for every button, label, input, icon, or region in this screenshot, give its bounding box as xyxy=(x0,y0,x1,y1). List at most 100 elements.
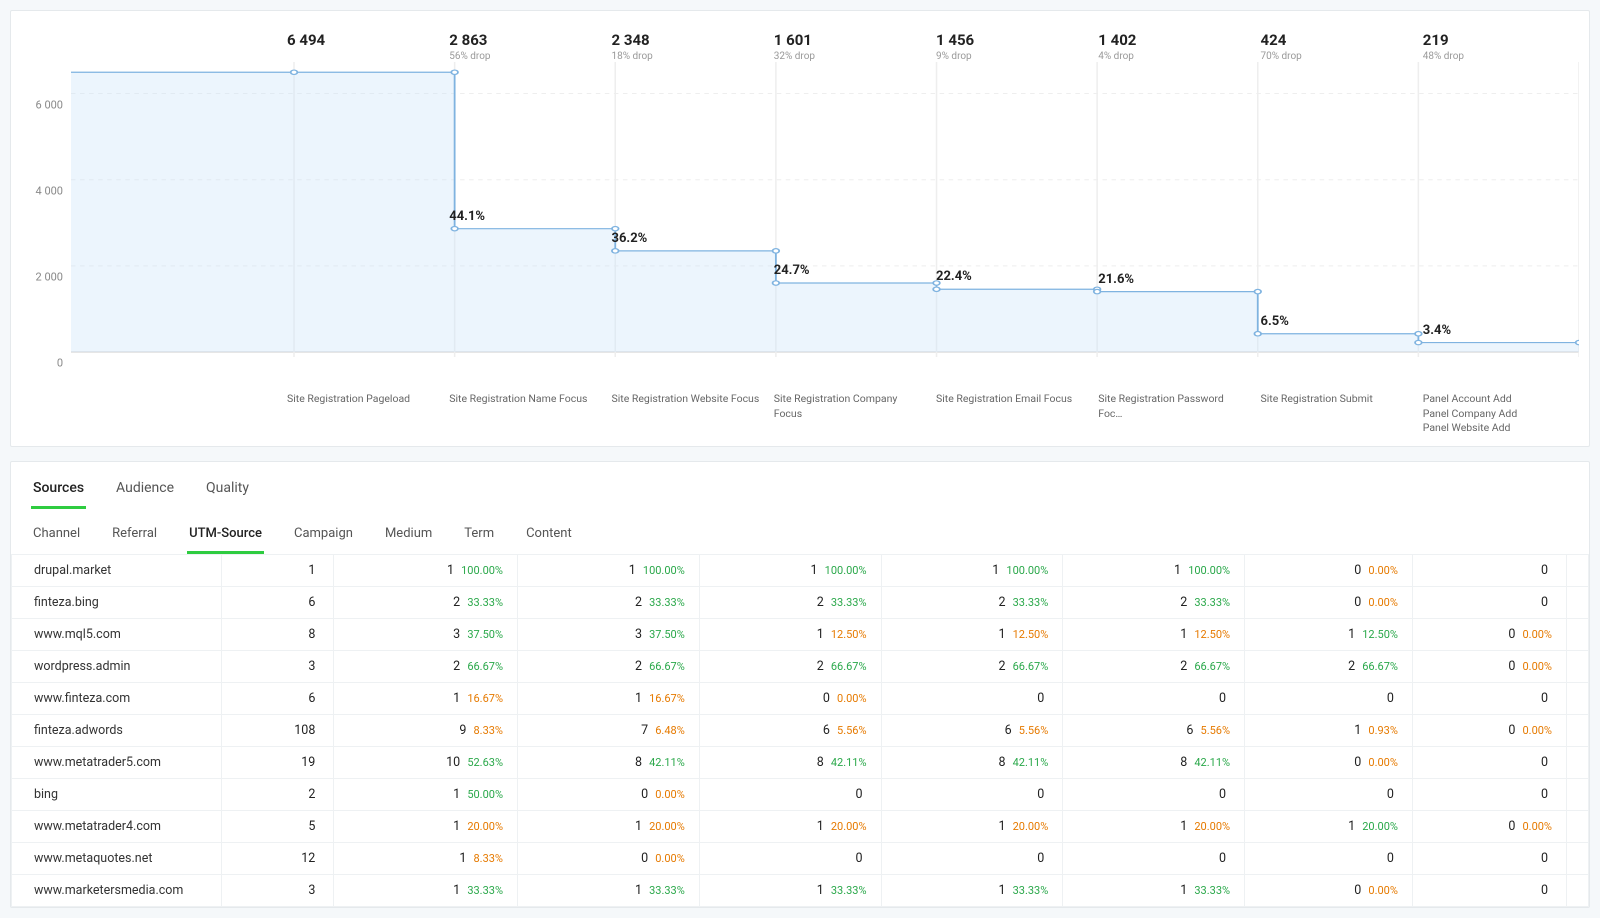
funnel-step-labels: Site Registration PageloadSite Registrat… xyxy=(71,382,1579,436)
source-name: wordpress.admin xyxy=(12,651,222,683)
y-tick: 6 000 xyxy=(36,98,63,111)
step-label: Site Registration Password Foc… xyxy=(1098,392,1248,421)
metric-cell: 6 xyxy=(222,683,334,715)
step-value: 1 402 xyxy=(1098,31,1248,49)
metric-cell: 0 xyxy=(881,779,1063,811)
metric-cell: 1 20.00% xyxy=(1063,811,1245,843)
metric-cell: 1 20.00% xyxy=(518,811,700,843)
metric-cell: 8 42.11% xyxy=(881,747,1063,779)
metric-cell: 0 xyxy=(1412,843,1566,875)
step-label: Site Registration Submit xyxy=(1261,392,1411,407)
metric-cell: 2 33.33% xyxy=(1063,587,1245,619)
metric-cell: 0 xyxy=(1245,779,1413,811)
source-name: finteza.bing xyxy=(12,587,222,619)
source-name: www.metatrader5.com xyxy=(12,747,222,779)
metric-cell: 1 0.93% xyxy=(1245,715,1413,747)
table-row[interactable]: wordpress.admin32 66.67%2 66.67%2 66.67%… xyxy=(12,651,1589,683)
subtab-channel[interactable]: Channel xyxy=(31,520,82,554)
metric-cell: 0 xyxy=(1412,779,1566,811)
step-drop: 9% drop xyxy=(936,51,1086,62)
metric-cell: 0 xyxy=(1412,587,1566,619)
metric-cell: 1 12.50% xyxy=(1245,619,1413,651)
metric-cell: 0 0.00% xyxy=(1245,747,1413,779)
metric-cell: 0 xyxy=(1412,747,1566,779)
metric-cell: 6 5.56% xyxy=(1063,715,1245,747)
metric-cell: 12 xyxy=(222,843,334,875)
metric-cell: 1 50.00% xyxy=(334,779,518,811)
metric-cell: 0 xyxy=(1063,843,1245,875)
metric-cell: 2 66.67% xyxy=(699,651,881,683)
metric-cell: 0 xyxy=(1063,779,1245,811)
metric-cell: 0 xyxy=(881,683,1063,715)
metric-cell: 0 0.00% xyxy=(1245,587,1413,619)
subtab-medium[interactable]: Medium xyxy=(383,520,434,554)
step-value: 219 xyxy=(1423,31,1573,49)
step-label: Site Registration Email Focus xyxy=(936,392,1086,407)
table-row[interactable]: finteza.adwords1089 8.33%7 6.48%6 5.56%6… xyxy=(12,715,1589,747)
metric-cell: 1 100.00% xyxy=(881,555,1063,587)
metric-cell: 1 100.00% xyxy=(699,555,881,587)
step-value: 2 348 xyxy=(612,31,762,49)
metric-cell: 6 xyxy=(222,587,334,619)
tab-audience[interactable]: Audience xyxy=(114,472,176,509)
metric-cell: 0 xyxy=(1245,843,1413,875)
metric-cell: 0 xyxy=(1412,555,1566,587)
metric-cell: 0 xyxy=(1412,683,1566,715)
metric-cell: 2 33.33% xyxy=(334,587,518,619)
subtab-utm-source[interactable]: UTM-Source xyxy=(187,520,264,554)
metric-cell: 108 xyxy=(222,715,334,747)
metric-cell: 1 12.50% xyxy=(881,619,1063,651)
metric-cell: 7 6.48% xyxy=(518,715,700,747)
metric-cell: 0 xyxy=(699,779,881,811)
metric-cell: 3 37.50% xyxy=(518,619,700,651)
step-value: 424 xyxy=(1261,31,1411,49)
metric-cell: 8 42.11% xyxy=(699,747,881,779)
subtab-referral[interactable]: Referral xyxy=(110,520,159,554)
subtab-term[interactable]: Term xyxy=(462,520,496,554)
table-row[interactable]: www.mql5.com83 37.50%3 37.50%1 12.50%1 1… xyxy=(12,619,1589,651)
metric-cell: 1 100.00% xyxy=(518,555,700,587)
sources-table: drupal.market11 100.00%1 100.00%1 100.00… xyxy=(11,554,1589,907)
metric-cell: 1 33.33% xyxy=(1063,875,1245,907)
metric-cell: 2 66.67% xyxy=(518,651,700,683)
secondary-tabs: Channel Referral UTM-Source Campaign Medium T… xyxy=(11,510,1589,554)
subtab-content[interactable]: Content xyxy=(524,520,574,554)
step-value: 1 456 xyxy=(936,31,1086,49)
source-name: finteza.adwords xyxy=(12,715,222,747)
metric-cell: 0 0.00% xyxy=(1245,555,1413,587)
metric-cell: 3 xyxy=(222,875,334,907)
tab-sources[interactable]: Sources xyxy=(31,472,86,509)
table-row[interactable]: www.metatrader5.com1910 52.63%8 42.11%8 … xyxy=(12,747,1589,779)
funnel-chart-card: 02 0004 0006 000 6 4942 86356% drop2 348… xyxy=(10,10,1590,447)
table-row[interactable]: drupal.market11 100.00%1 100.00%1 100.00… xyxy=(12,555,1589,587)
step-drop: 70% drop xyxy=(1261,51,1411,62)
tab-quality[interactable]: Quality xyxy=(204,472,251,509)
source-name: drupal.market xyxy=(12,555,222,587)
y-tick: 0 xyxy=(57,357,63,370)
metric-cell: 1 33.33% xyxy=(699,875,881,907)
table-row[interactable]: bing21 50.00%0 0.00%00000 xyxy=(12,779,1589,811)
metric-cell: 0 0.00% xyxy=(1412,715,1566,747)
metric-cell: 0 xyxy=(1245,683,1413,715)
step-label: Site Registration Website Focus xyxy=(612,392,762,407)
metric-cell: 0 xyxy=(881,843,1063,875)
metric-cell: 1 16.67% xyxy=(518,683,700,715)
subtab-campaign[interactable]: Campaign xyxy=(292,520,355,554)
table-row[interactable]: www.finteza.com61 16.67%1 16.67%0 0.00%0… xyxy=(12,683,1589,715)
metric-cell: 6 5.56% xyxy=(881,715,1063,747)
metric-cell: 2 33.33% xyxy=(518,587,700,619)
metric-cell: 1 20.00% xyxy=(699,811,881,843)
table-row[interactable]: www.marketersmedia.com31 33.33%1 33.33%1… xyxy=(12,875,1589,907)
table-row[interactable]: finteza.bing62 33.33%2 33.33%2 33.33%2 3… xyxy=(12,587,1589,619)
metric-cell: 2 66.67% xyxy=(1245,651,1413,683)
table-row[interactable]: www.metaquotes.net121 8.33%0 0.00%00000 xyxy=(12,843,1589,875)
metric-cell: 5 xyxy=(222,811,334,843)
metric-cell: 1 12.50% xyxy=(1063,619,1245,651)
metric-cell: 2 33.33% xyxy=(881,587,1063,619)
y-tick: 2 000 xyxy=(36,270,63,283)
step-value: 2 863 xyxy=(449,31,599,49)
metric-cell: 0 xyxy=(1412,875,1566,907)
metric-cell: 8 xyxy=(222,619,334,651)
y-tick: 4 000 xyxy=(36,184,63,197)
table-row[interactable]: www.metatrader4.com51 20.00%1 20.00%1 20… xyxy=(12,811,1589,843)
